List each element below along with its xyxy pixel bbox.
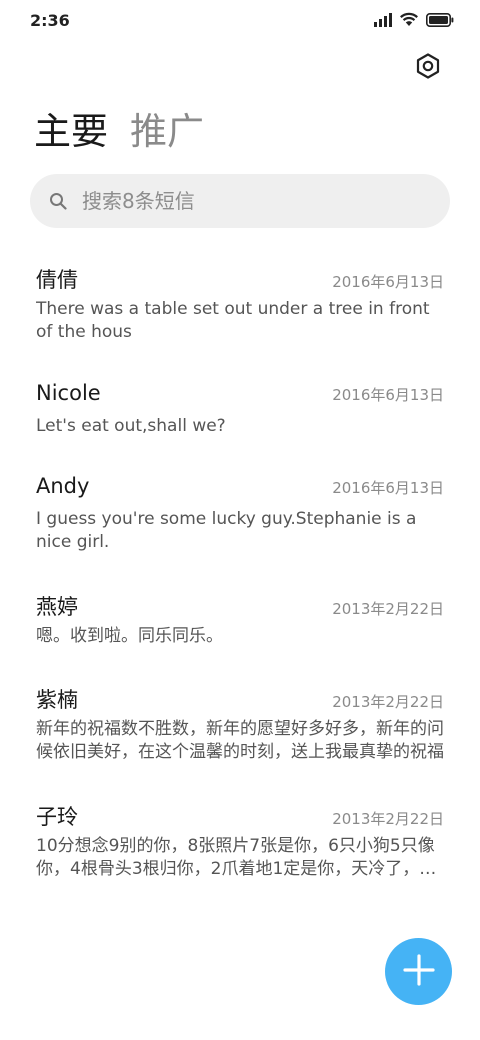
settings-button[interactable]	[414, 53, 442, 83]
message-header: Andy 2016年6月13日	[36, 474, 444, 504]
list-item[interactable]: 紫楠 2013年2月22日 新年的祝福数不胜数，新年的愿望好多好多，新年的问候依…	[0, 672, 480, 789]
search-icon	[48, 191, 68, 211]
status-time: 2:36	[30, 11, 70, 30]
list-item[interactable]: Andy 2016年6月13日 I guess you're some luck…	[0, 462, 480, 579]
message-header: 紫楠 2013年2月22日	[36, 684, 444, 714]
wifi-icon	[399, 12, 419, 31]
search-bar[interactable]	[30, 174, 450, 228]
message-date: 2016年6月13日	[332, 386, 444, 404]
contact-name: 燕婷	[36, 595, 78, 619]
status-bar: 2:36	[0, 0, 480, 42]
message-date: 2013年2月22日	[332, 600, 444, 618]
tab-primary[interactable]: 主要	[34, 108, 108, 156]
contact-name: 子玲	[36, 805, 78, 829]
tab-promotions[interactable]: 推广	[130, 108, 204, 156]
message-preview: I guess you're some lucky guy.Stephanie …	[36, 509, 417, 552]
message-preview: Let's eat out,shall we?	[36, 416, 226, 436]
message-preview: There was a table set out under a tree i…	[36, 299, 430, 342]
contact-name: 倩倩	[36, 268, 78, 292]
message-preview: 10分想念9别的你，8张照片7张是你，6只小狗5只像你，4根骨头3根归你，2爪着…	[36, 836, 437, 879]
message-header: 燕婷 2013年2月22日	[36, 591, 444, 621]
contact-name: Nicole	[36, 381, 101, 405]
contact-name: 紫楠	[36, 688, 78, 712]
status-icons	[374, 12, 454, 30]
message-header: 倩倩 2016年6月13日	[36, 264, 444, 294]
message-header: Nicole 2016年6月13日	[36, 381, 444, 411]
compose-button[interactable]	[385, 938, 452, 1005]
message-date: 2013年2月22日	[332, 693, 444, 711]
message-date: 2013年2月22日	[332, 810, 444, 828]
message-preview: 嗯。收到啦。同乐同乐。	[36, 626, 223, 646]
gear-icon	[415, 53, 441, 83]
message-date: 2016年6月13日	[332, 273, 444, 291]
message-header: 子玲 2013年2月22日	[36, 801, 444, 831]
battery-icon	[426, 12, 454, 31]
signal-icon	[374, 12, 392, 31]
search-input[interactable]	[82, 189, 422, 213]
list-item[interactable]: 倩倩 2016年6月13日 There was a table set out …	[0, 252, 480, 369]
list-item[interactable]: 燕婷 2013年2月22日 嗯。收到啦。同乐同乐。	[0, 579, 480, 672]
tab-bar: 主要 推广	[34, 108, 204, 156]
list-item[interactable]: Nicole 2016年6月13日 Let's eat out,shall we…	[0, 369, 480, 462]
list-item[interactable]: 子玲 2013年2月22日 10分想念9别的你，8张照片7张是你，6只小狗5只像…	[0, 789, 480, 906]
message-date: 2016年6月13日	[332, 479, 444, 497]
plus-icon	[402, 953, 435, 990]
message-list: 倩倩 2016年6月13日 There was a table set out …	[0, 252, 480, 906]
message-preview: 新年的祝福数不胜数，新年的愿望好多好多，新年的问候依旧美好，在这个温馨的时刻，送…	[36, 719, 444, 762]
contact-name: Andy	[36, 474, 90, 498]
